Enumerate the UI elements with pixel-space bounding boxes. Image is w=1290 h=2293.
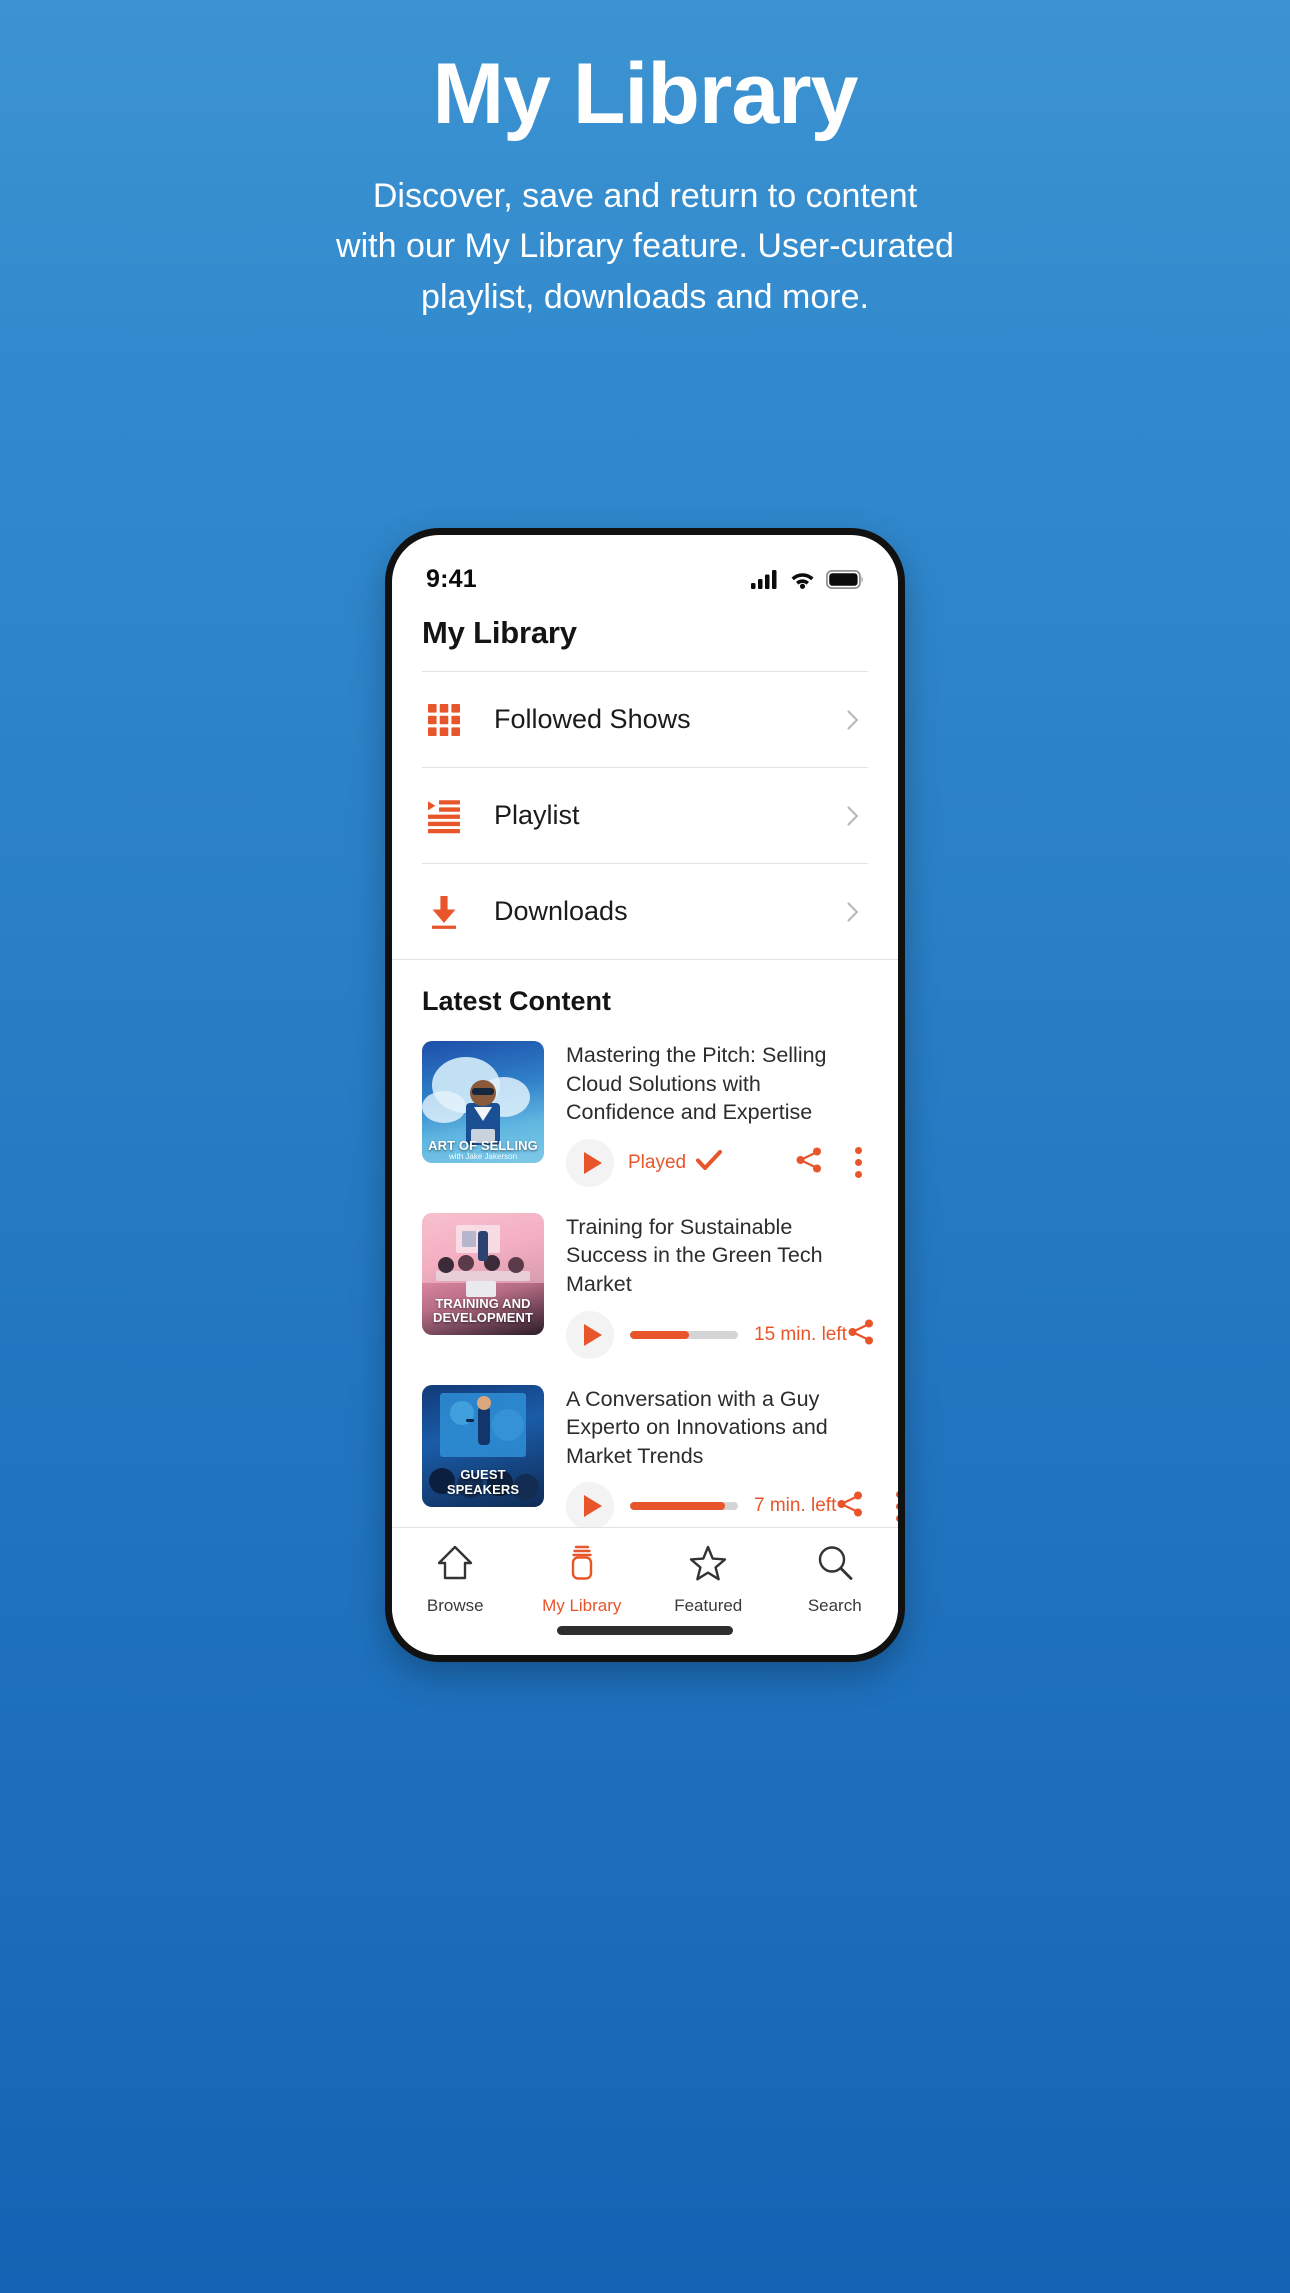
list-item[interactable]: TRAINING AND DEVELOPMENT Training for Su…	[422, 1205, 873, 1377]
library-menu-list: Followed Shows Playlist Downloads	[392, 672, 898, 959]
tab-label: Featured	[674, 1596, 743, 1615]
library-jar-icon	[562, 1544, 602, 1587]
episode-thumbnail: TRAINING AND DEVELOPMENT	[422, 1212, 544, 1335]
episode-title: Mastering the Pitch: Selling Cloud Solut…	[566, 1043, 827, 1125]
status-bar-time: 9:41	[426, 564, 477, 593]
progress-fill	[630, 1502, 726, 1511]
search-icon	[815, 1544, 855, 1587]
menu-item-label: Followed Shows	[494, 704, 691, 734]
bottom-tab-bar: Browse My Library Featured Search	[392, 1527, 898, 1655]
tab-label: Browse	[426, 1596, 484, 1615]
tab-browse[interactable]: Browse	[392, 1544, 519, 1616]
phone-screen: 9:41 My Library Followed Shows Playlist …	[385, 528, 905, 1662]
episode-title: A Conversation with a Guy Experto on Inn…	[566, 1386, 828, 1468]
star-icon	[688, 1544, 728, 1587]
wifi-icon	[791, 573, 814, 589]
episode-actions: 7 min. left	[566, 1482, 898, 1527]
menu-item-label: Downloads	[494, 896, 628, 926]
more-vertical-icon[interactable]	[851, 1143, 866, 1182]
play-icon[interactable]	[566, 1310, 614, 1359]
subtitle-line-3: playlist, downloads and more.	[421, 277, 869, 316]
share-icon[interactable]	[847, 1318, 875, 1351]
episode-body: Training for Sustainable Success in the …	[566, 1213, 873, 1359]
episode-title: Training for Sustainable Success in the …	[566, 1214, 823, 1296]
playlist-icon	[422, 794, 466, 838]
chevron-right-icon	[842, 805, 864, 827]
status-badge: Played	[628, 1151, 687, 1173]
battery-icon	[826, 569, 863, 589]
thumbnail-title: GUEST SPEAKERS	[446, 1467, 520, 1498]
hero-section: My Library Discover, save and return to …	[0, 0, 1290, 322]
cellular-signal-icon	[751, 570, 777, 589]
more-vertical-icon[interactable]	[892, 1487, 898, 1526]
time-remaining-label: 7 min. left	[754, 1495, 837, 1517]
tab-my-library[interactable]: My Library	[519, 1544, 646, 1616]
phone-mockup: 9:41 My Library Followed Shows Playlist …	[385, 528, 905, 1662]
latest-content-section: Latest Content ART OF SELLING with Jake …	[392, 960, 898, 1527]
share-icon[interactable]	[836, 1490, 864, 1523]
app-title: My Library	[422, 615, 577, 650]
menu-item-label: Playlist	[494, 800, 580, 830]
menu-item-downloads[interactable]: Downloads	[392, 864, 898, 959]
episode-thumbnail: GUEST SPEAKERS	[422, 1384, 544, 1507]
app-header: My Library	[392, 601, 898, 671]
play-icon[interactable]	[566, 1482, 614, 1527]
page-title: My Library	[432, 46, 859, 142]
grid-icon	[422, 698, 466, 742]
chevron-right-icon	[842, 901, 864, 923]
check-icon	[696, 1149, 723, 1176]
progress-fill	[630, 1330, 690, 1339]
list-item[interactable]: GUEST SPEAKERS A Conversation with a Guy…	[422, 1377, 898, 1527]
page-subtitle: Discover, save and return to content wit…	[195, 171, 1095, 322]
thumbnail-title: TRAINING AND DEVELOPMENT	[432, 1295, 534, 1326]
menu-item-playlist[interactable]: Playlist	[392, 768, 898, 863]
episode-body: Mastering the Pitch: Selling Cloud Solut…	[566, 1041, 868, 1187]
home-icon	[435, 1544, 475, 1587]
episode-actions: 15 min. left	[566, 1310, 873, 1359]
tab-label: Search	[807, 1596, 862, 1615]
home-indicator	[557, 1626, 733, 1635]
subtitle-line-1: Discover, save and return to content	[372, 176, 918, 215]
episode-actions: Played	[566, 1138, 868, 1187]
play-icon[interactable]	[566, 1138, 614, 1187]
chevron-right-icon	[842, 709, 864, 731]
tab-search[interactable]: Search	[772, 1544, 899, 1616]
share-icon[interactable]	[795, 1146, 823, 1179]
time-remaining-label: 15 min. left	[754, 1323, 847, 1345]
list-item[interactable]: ART OF SELLING with Jake Jakerson Master…	[422, 1033, 868, 1205]
thumbnail-subtitle: with Jake Jakerson	[448, 1152, 518, 1161]
status-bar-icons	[751, 569, 864, 589]
subtitle-line-2: with our My Library feature. User-curate…	[336, 227, 954, 266]
tab-featured[interactable]: Featured	[645, 1544, 772, 1616]
latest-content-heading: Latest Content	[422, 986, 611, 1016]
progress-bar[interactable]	[630, 1330, 738, 1339]
tab-label: My Library	[542, 1596, 622, 1615]
status-bar: 9:41	[392, 535, 898, 601]
download-icon	[422, 890, 466, 934]
episode-body: A Conversation with a Guy Experto on Inn…	[566, 1385, 898, 1527]
episode-thumbnail: ART OF SELLING with Jake Jakerson	[422, 1041, 544, 1163]
menu-item-followed-shows[interactable]: Followed Shows	[392, 672, 898, 767]
progress-bar[interactable]	[630, 1502, 738, 1511]
